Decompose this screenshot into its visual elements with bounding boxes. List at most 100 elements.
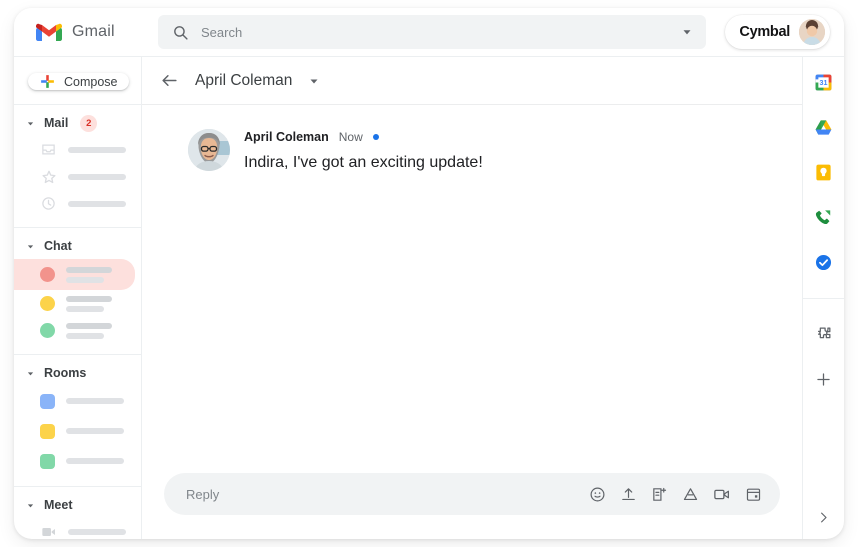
- left-sidebar: Compose Mail 2 Chat Rooms Meet: [14, 56, 142, 539]
- caret-down-icon[interactable]: [26, 501, 35, 510]
- message-timestamp: Now: [338, 130, 363, 144]
- caret-down-icon[interactable]: [26, 242, 35, 251]
- list-item[interactable]: [14, 416, 135, 446]
- placeholder-lines: [66, 322, 112, 339]
- avatar-dot-red-icon: [40, 267, 55, 282]
- message-text: Indira, I've got an exciting update!: [244, 154, 483, 171]
- composer-container: [142, 473, 802, 539]
- contact-photo-april-icon: [188, 129, 230, 171]
- sidebar-section-title: Mail: [44, 116, 69, 130]
- addons-puzzle-icon[interactable]: [814, 325, 833, 344]
- chevron-right-icon: [821, 512, 827, 523]
- sidebar-section-title: Rooms: [44, 366, 87, 380]
- app-body: Compose Mail 2 Chat Rooms Meet April Col…: [14, 56, 844, 539]
- gmail-logo-icon: [36, 23, 62, 41]
- sidebar-section-mail: Mail 2: [14, 104, 141, 227]
- right-rail: 31: [802, 56, 844, 539]
- google-calendar-icon[interactable]: 31: [814, 73, 833, 92]
- reply-input[interactable]: [186, 486, 589, 502]
- caret-down-icon[interactable]: [26, 119, 35, 128]
- placeholder-lines: [68, 528, 126, 535]
- back-arrow-icon[interactable]: [160, 71, 179, 90]
- brand[interactable]: Gmail: [14, 22, 140, 42]
- placeholder-lines: [68, 173, 126, 180]
- message-meta: April Coleman Now: [244, 129, 483, 145]
- message-sender: April Coleman: [244, 130, 329, 144]
- list-item[interactable]: [14, 386, 135, 416]
- create-document-icon[interactable]: [651, 486, 668, 503]
- user-avatar-icon: [799, 19, 825, 45]
- brand-name: Gmail: [72, 23, 115, 40]
- placeholder-lines: [66, 428, 124, 434]
- upload-icon[interactable]: [620, 486, 637, 503]
- clock-icon: [40, 196, 57, 211]
- svg-text:31: 31: [820, 79, 828, 87]
- gmail-window: Gmail Cymbal: [14, 8, 844, 539]
- search-bar[interactable]: [158, 15, 706, 49]
- sidebar-item-snoozed[interactable]: [14, 190, 135, 217]
- sidebar-section-chat: Chat: [14, 227, 141, 354]
- placeholder-lines: [66, 295, 112, 312]
- sidebar-section-title: Meet: [44, 498, 73, 512]
- sidebar-section-rooms: Rooms: [14, 354, 141, 486]
- google-keep-icon[interactable]: [814, 163, 833, 182]
- video-camera-icon: [40, 525, 57, 539]
- caret-down-icon[interactable]: [26, 369, 35, 378]
- compose-label: Compose: [64, 74, 118, 89]
- placeholder-lines: [66, 398, 124, 404]
- caret-down-icon[interactable]: [308, 75, 320, 87]
- search-input[interactable]: [201, 24, 668, 40]
- list-item[interactable]: [14, 259, 135, 290]
- emoji-icon[interactable]: [589, 486, 606, 503]
- unread-dot-icon: [372, 134, 379, 140]
- rail-divider: [803, 298, 844, 299]
- placeholder-lines: [68, 146, 126, 153]
- chevron-down-icon[interactable]: [680, 25, 694, 39]
- room-square-blue-icon: [40, 393, 55, 409]
- reply-composer[interactable]: [164, 473, 780, 515]
- placeholder-lines: [66, 458, 124, 464]
- google-voice-icon[interactable]: [814, 208, 833, 227]
- top-bar: Gmail Cymbal: [14, 8, 844, 56]
- sidebar-item-starred[interactable]: [14, 163, 135, 190]
- room-square-yellow-icon: [40, 423, 55, 439]
- sidebar-item-new-meeting[interactable]: [14, 518, 135, 539]
- status-badge: 2: [80, 114, 98, 132]
- add-plus-icon[interactable]: [814, 370, 833, 389]
- avatar[interactable]: [799, 19, 825, 45]
- account-name: Cymbal: [739, 24, 790, 40]
- google-tasks-icon[interactable]: [814, 253, 833, 272]
- search-icon: [174, 25, 188, 40]
- avatar-dot-yellow-icon: [40, 296, 55, 311]
- sidebar-section-header-chat[interactable]: Chat: [14, 237, 141, 259]
- video-call-icon[interactable]: [713, 486, 731, 503]
- google-drive-icon[interactable]: [814, 118, 833, 137]
- placeholder-lines: [68, 200, 126, 207]
- google-drive-icon[interactable]: [682, 486, 699, 503]
- avatar[interactable]: [188, 129, 230, 171]
- sidebar-section-header-mail[interactable]: Mail 2: [14, 114, 141, 136]
- list-item[interactable]: [14, 446, 135, 476]
- room-square-green-icon: [40, 453, 55, 469]
- expand-panel-button[interactable]: [803, 510, 844, 525]
- star-icon: [40, 169, 57, 185]
- page-title: April Coleman: [195, 71, 293, 89]
- plus-multicolor-icon: [41, 75, 54, 88]
- sidebar-section-meet: Meet: [14, 486, 141, 539]
- composer-actions: [589, 486, 762, 503]
- sidebar-section-title: Chat: [44, 239, 72, 253]
- sidebar-section-header-rooms[interactable]: Rooms: [14, 364, 141, 386]
- list-item[interactable]: [14, 317, 135, 344]
- calendar-icon[interactable]: [745, 486, 762, 503]
- account-chip[interactable]: Cymbal: [725, 15, 830, 49]
- message-content: April Coleman Now Indira, I've got an ex…: [244, 129, 483, 172]
- list-item[interactable]: [14, 290, 135, 317]
- compose-button[interactable]: Compose: [28, 73, 129, 90]
- conversation-header: April Coleman: [142, 57, 802, 105]
- conversation-pane: April Coleman April Coleman Now Indira, …: [142, 56, 802, 539]
- sidebar-section-header-meet[interactable]: Meet: [14, 496, 141, 518]
- inbox-icon: [40, 142, 57, 157]
- message-item: April Coleman Now Indira, I've got an ex…: [188, 129, 802, 172]
- sidebar-item-inbox[interactable]: [14, 136, 135, 163]
- message-list: April Coleman Now Indira, I've got an ex…: [142, 105, 802, 473]
